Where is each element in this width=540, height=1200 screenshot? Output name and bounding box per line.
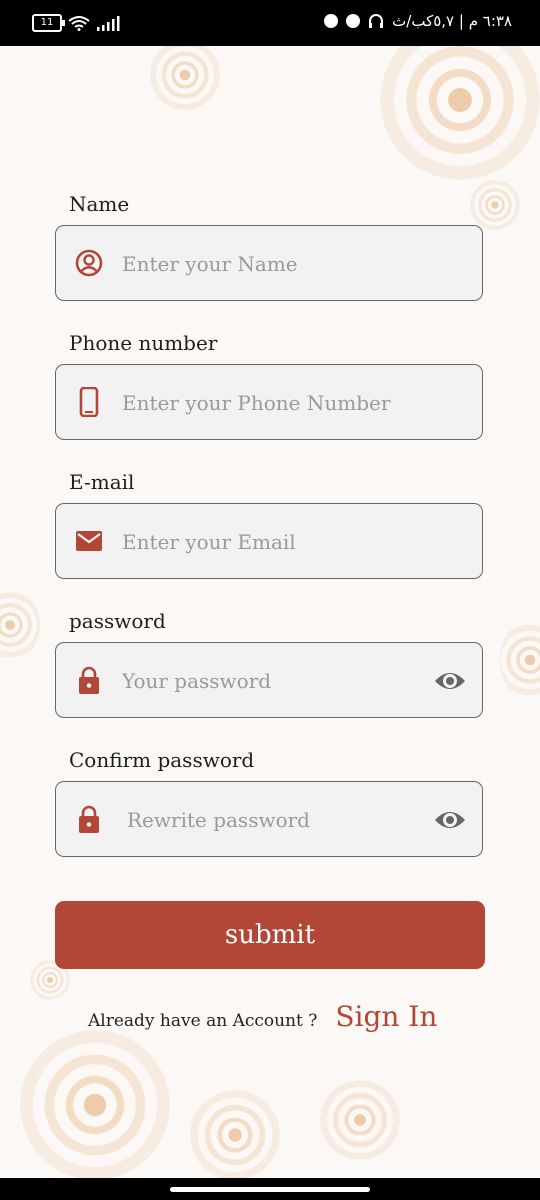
- mandala-decoration: [470, 180, 520, 230]
- password-label: password: [69, 609, 166, 633]
- home-indicator[interactable]: [170, 1187, 370, 1192]
- status-right: ٦:٣٨ م | ٥,٧كب/ث: [324, 12, 512, 30]
- mail-icon: [76, 531, 102, 551]
- email-input[interactable]: [120, 524, 424, 560]
- signin-row: Already have an Account ? Sign In: [88, 1000, 437, 1033]
- mandala-decoration: [320, 1080, 400, 1160]
- eye-icon[interactable]: [434, 667, 466, 695]
- status-left: 11: [32, 14, 120, 32]
- lock-icon: [79, 666, 99, 694]
- signal-icon: [97, 16, 120, 31]
- sign-in-link[interactable]: Sign In: [335, 1000, 437, 1033]
- lock-icon: [79, 805, 99, 833]
- status-time-speed: ٦:٣٨ م | ٥,٧كب/ث: [392, 12, 512, 30]
- already-account-text: Already have an Account ?: [88, 1011, 318, 1031]
- facebook-icon: [346, 14, 361, 28]
- name-field[interactable]: [55, 225, 483, 301]
- phone-icon: [79, 387, 99, 417]
- confirm-password-label: Confirm password: [69, 748, 255, 772]
- mandala-decoration: [150, 40, 220, 110]
- phone-input[interactable]: [120, 385, 424, 421]
- confirm-password-input[interactable]: [125, 802, 429, 838]
- eye-icon[interactable]: [434, 806, 466, 834]
- status-bar: 11 ٦:٣٨ م | ٥,٧كب/ث: [0, 0, 540, 46]
- mandala-decoration: [20, 1030, 170, 1180]
- wifi-icon: [68, 16, 90, 31]
- email-label: E-mail: [69, 470, 135, 494]
- name-label: Name: [69, 192, 130, 216]
- phone-label: Phone number: [69, 331, 218, 355]
- user-circle-icon: [75, 249, 103, 277]
- mandala-decoration: [500, 620, 540, 700]
- name-input[interactable]: [120, 246, 424, 282]
- battery-icon: 11: [32, 14, 65, 32]
- email-field[interactable]: [55, 503, 483, 579]
- discord-icon: [324, 14, 339, 28]
- mandala-decoration: [190, 1090, 280, 1180]
- submit-button[interactable]: submit: [55, 901, 485, 969]
- headphones-icon: [369, 14, 384, 28]
- mandala-decoration: [0, 590, 40, 660]
- password-field[interactable]: [55, 642, 483, 718]
- confirm-password-field[interactable]: [55, 781, 483, 857]
- phone-field[interactable]: [55, 364, 483, 440]
- password-input[interactable]: [120, 663, 424, 699]
